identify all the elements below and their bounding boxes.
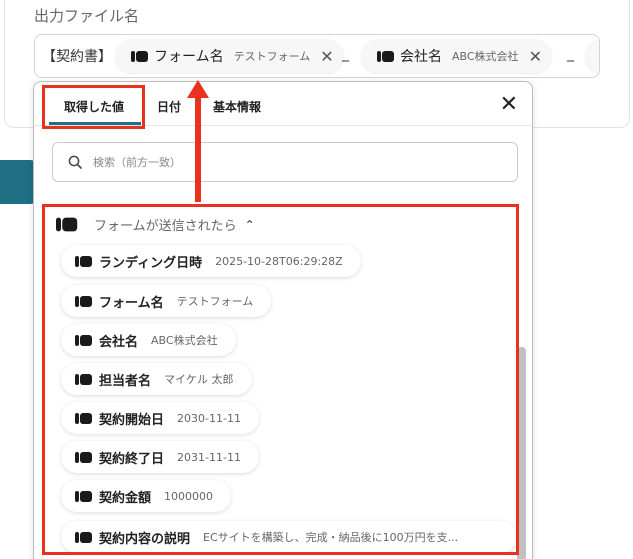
filename-chip-company-name[interactable]: 会社名 ABC株式会社 ✕ <box>361 39 552 73</box>
annotation-box-list <box>42 204 519 555</box>
filename-chip-partial[interactable] <box>585 39 599 73</box>
annotation-box-tab <box>42 85 145 129</box>
close-icon[interactable]: ✕ <box>320 47 333 66</box>
search-field[interactable] <box>52 142 518 182</box>
search-input[interactable] <box>93 143 503 181</box>
filename-separator: _ <box>342 46 349 62</box>
app-logo-icon <box>131 50 148 62</box>
close-icon[interactable]: ✕ <box>529 47 542 66</box>
close-icon[interactable]: ✕ <box>500 92 518 117</box>
search-icon <box>68 155 82 169</box>
chip-label: フォーム名 <box>154 49 224 65</box>
filename-prefix: 【契約書】 <box>42 49 112 65</box>
tab-basic-info[interactable]: 基本情報 <box>213 98 261 115</box>
app-logo-icon <box>377 50 394 62</box>
output-filename-label: 出力ファイル名 <box>34 7 140 25</box>
output-filename-input[interactable]: 【契約書】 フォーム名 テストフォーム ✕ _ 会社名 ABC株式会社 ✕ _ <box>34 34 600 78</box>
tab-date[interactable]: 日付 <box>157 98 181 115</box>
filename-chip-form-name[interactable]: フォーム名 テストフォーム ✕ <box>115 39 344 73</box>
chip-value: ABC株式会社 <box>452 50 519 63</box>
filename-separator: _ <box>567 46 574 62</box>
annotation-arrow <box>195 96 201 202</box>
chip-label: 会社名 <box>400 49 442 65</box>
annotation-arrow-head <box>187 80 209 98</box>
chip-value: テストフォーム <box>233 50 311 63</box>
